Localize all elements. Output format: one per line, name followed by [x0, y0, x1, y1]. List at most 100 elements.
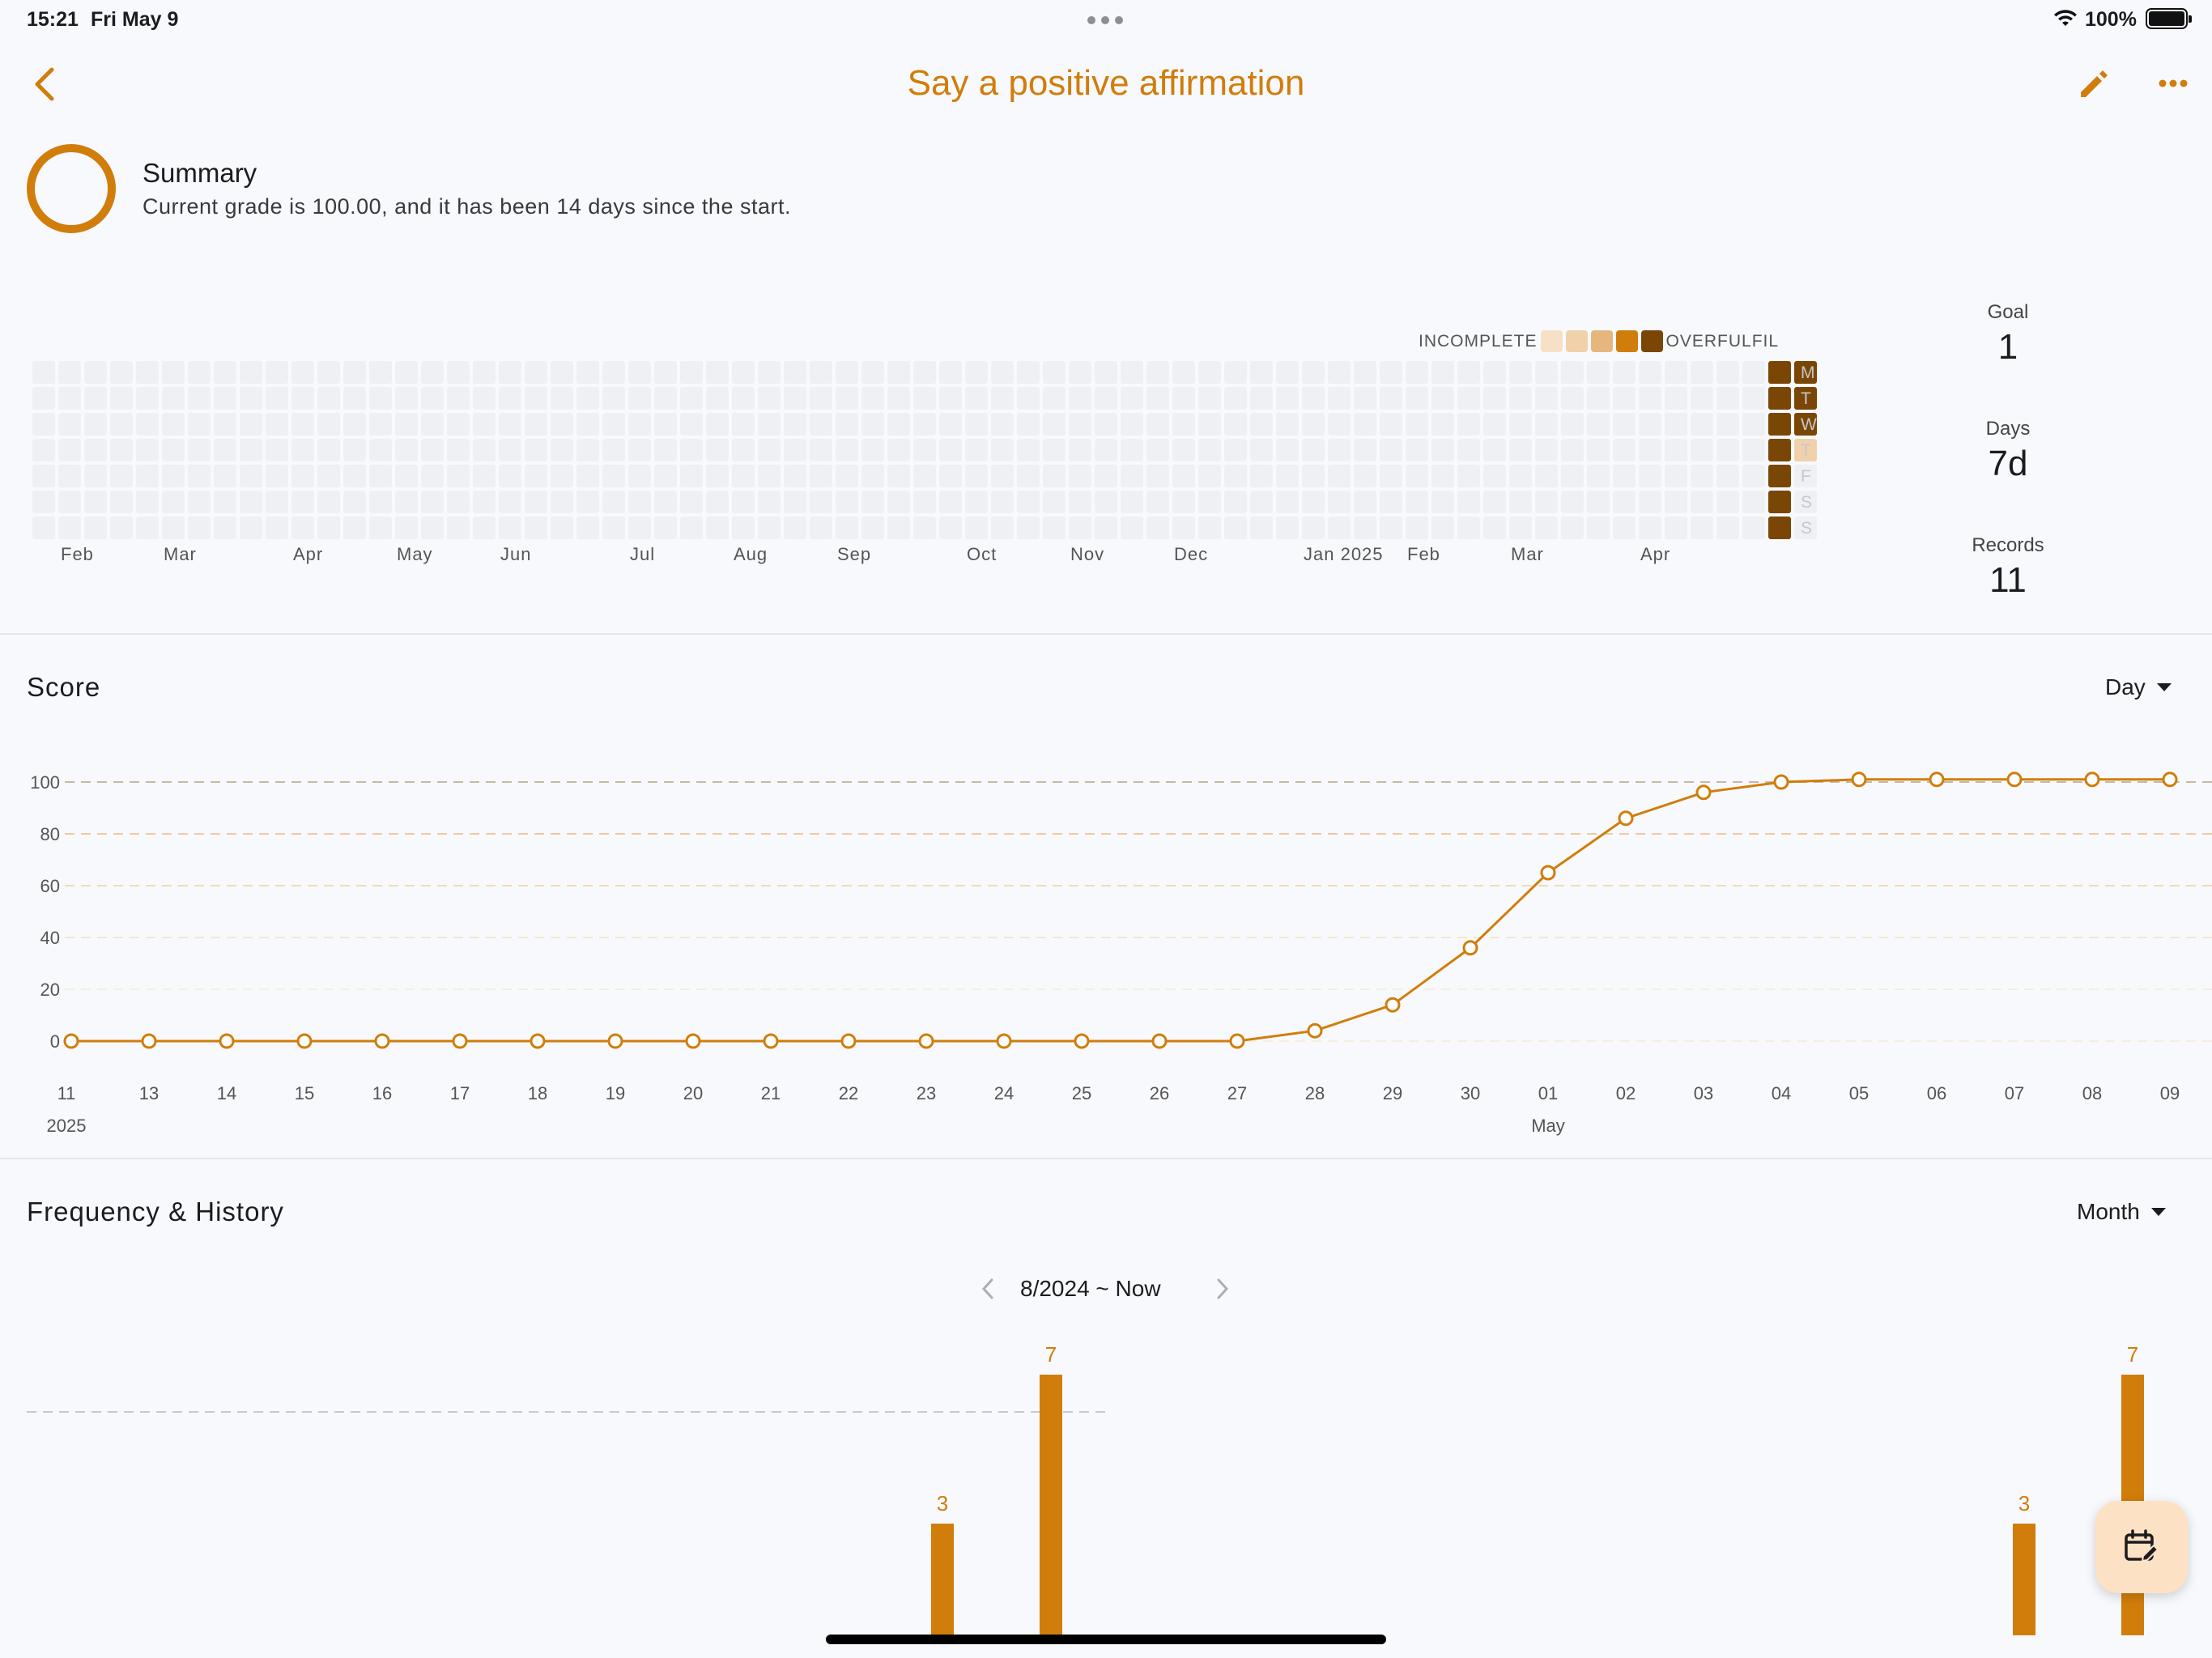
heatmap-cell [1457, 387, 1480, 410]
heatmap-cell [1172, 361, 1195, 384]
score-y-tick-label: 100 [30, 772, 60, 793]
next-range-chevron-icon[interactable] [1214, 1278, 1231, 1300]
heatmap-cell [1250, 439, 1273, 461]
heatmap-cell [654, 439, 677, 461]
heatmap-cell [784, 465, 806, 487]
score-x-sub-label: May [1531, 1116, 1565, 1136]
frequency-bar-label: 3 [2018, 1491, 2030, 1516]
heatmap-cell [576, 491, 599, 513]
status-time: 15:21 [27, 8, 79, 31]
heatmap-cell [1302, 517, 1325, 539]
heatmap-cell [1198, 439, 1221, 461]
heatmap-cell [473, 361, 496, 384]
heatmap-cell [58, 517, 81, 539]
heatmap-cell [1121, 361, 1143, 384]
heatmap-cell [1587, 439, 1610, 461]
heatmap-cell [1250, 491, 1273, 513]
heatmap-cell [706, 439, 729, 461]
goal-value: 1 [1997, 327, 2018, 367]
heatmap-cell [1069, 439, 1091, 461]
days-label: Days [1985, 418, 2031, 440]
prev-range-chevron-icon[interactable] [980, 1278, 996, 1300]
heatmap-cell [1328, 413, 1351, 436]
heatmap-cell [136, 491, 159, 513]
heatmap-cell [214, 465, 236, 487]
heatmap-cell [1198, 491, 1221, 513]
multitasking-dots-icon[interactable] [1087, 16, 1123, 24]
heatmap-cell [1017, 439, 1040, 461]
heatmap-cell [291, 387, 314, 410]
heatmap-cell [810, 413, 832, 436]
heatmap-cell [240, 465, 262, 487]
heatmap-cell [810, 361, 832, 384]
weekday-label: S [1801, 493, 1813, 512]
heatmap-cell [628, 387, 651, 410]
heatmap-cell [1613, 413, 1636, 436]
score-data-point [1851, 772, 1867, 788]
heatmap-cell [1354, 387, 1376, 410]
score-period-dropdown[interactable]: Day [2105, 674, 2172, 700]
heatmap-cell [628, 361, 651, 384]
heatmap-cell [1302, 491, 1325, 513]
home-indicator [826, 1635, 1386, 1644]
score-data-point [1307, 1022, 1323, 1039]
score-data-point [530, 1033, 546, 1049]
heatmap-cell [1095, 439, 1117, 461]
heatmap-cell [810, 465, 832, 487]
score-data-point [2162, 772, 2178, 788]
heatmap-cell [1146, 491, 1169, 513]
heatmap-cell [1302, 439, 1325, 461]
heatmap-cell [1691, 361, 1713, 384]
heatmap-cell [136, 361, 159, 384]
heatmap-cell [1146, 413, 1169, 436]
heatmap-cell [939, 491, 962, 513]
heatmap-cell [1457, 413, 1480, 436]
heatmap-cell [1768, 413, 1791, 436]
heatmap-cell [421, 517, 444, 539]
section-divider [0, 1158, 2212, 1159]
heatmap-cell [1691, 465, 1713, 487]
heatmap-cell [1639, 387, 1661, 410]
heatmap-cell [1406, 413, 1428, 436]
heatmap-cell [732, 361, 755, 384]
heatmap-cell [991, 361, 1014, 384]
heatmap-cell [1224, 361, 1247, 384]
heatmap-cell [732, 439, 755, 461]
heatmap-cell [421, 491, 444, 513]
log-record-button[interactable] [2095, 1501, 2188, 1593]
score-x-tick-label: 28 [1305, 1083, 1325, 1103]
heatmap-cell [1095, 361, 1117, 384]
pencil-icon[interactable] [2078, 68, 2110, 100]
heatmap-cell [395, 439, 418, 461]
heatmap-cell [1354, 361, 1376, 384]
heatmap-month-label: May [397, 544, 433, 564]
heatmap-cell [291, 517, 314, 539]
section-divider [0, 633, 2212, 635]
status-date: Fri May 9 [91, 8, 179, 31]
heatmap-cell [654, 361, 677, 384]
heatmap-cell [1716, 439, 1739, 461]
heatmap-cell [421, 465, 444, 487]
heatmap-cell [706, 465, 729, 487]
heatmap-cell [1457, 361, 1480, 384]
heatmap-cell [861, 491, 884, 513]
heatmap-month-label: Mar [164, 544, 197, 564]
heatmap-cell [836, 361, 858, 384]
heatmap-cell [732, 413, 755, 436]
heatmap-cell [1665, 361, 1687, 384]
more-icon[interactable] [2159, 78, 2188, 89]
frequency-period-dropdown[interactable]: Month [2077, 1199, 2166, 1225]
heatmap-cell [1665, 387, 1687, 410]
summary-title: Summary [143, 158, 257, 188]
heatmap-cell [965, 387, 988, 410]
heatmap-cell [32, 491, 55, 513]
heatmap-cell [1380, 465, 1402, 487]
heatmap-cell [317, 517, 340, 539]
heatmap-cell [1250, 465, 1273, 487]
heatmap-cell [1043, 413, 1066, 436]
heatmap-cell [1457, 439, 1480, 461]
heatmap-cell [1691, 491, 1713, 513]
heatmap-cell [1043, 465, 1066, 487]
heatmap-cell [162, 491, 185, 513]
heatmap-cell [1069, 491, 1091, 513]
